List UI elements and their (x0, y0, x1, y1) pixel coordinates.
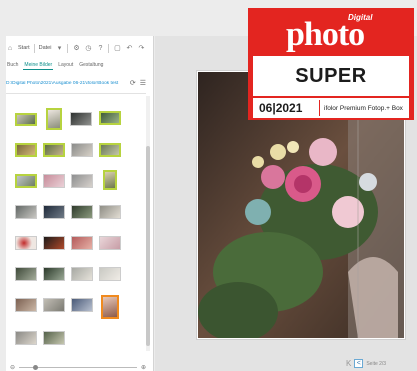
tab-book[interactable]: Buch (6, 61, 19, 69)
thumbnail[interactable] (15, 331, 37, 345)
badge-rating-box: SUPER (253, 56, 409, 96)
refresh-icon[interactable]: ⟳ (130, 79, 136, 87)
thumbnail[interactable] (15, 236, 37, 250)
thumbnail[interactable] (71, 174, 93, 188)
badge-brand: photo (286, 16, 365, 53)
top-toolbar: ⌂ Start Datei ▾ ⚙ ◷ ? ▢ ↶ ↷ (6, 40, 145, 56)
thumbnail[interactable] (71, 236, 93, 250)
award-badge: Digital photo SUPER 06|2021 ifolor Premi… (248, 8, 414, 120)
undo-icon[interactable]: ↶ (125, 44, 133, 52)
tab-design[interactable]: Gestaltung (78, 61, 104, 69)
divider (6, 93, 146, 94)
list-view-icon[interactable]: ☰ (140, 79, 146, 87)
thumbnail[interactable] (99, 205, 121, 219)
help-icon[interactable]: ? (96, 44, 104, 52)
home-icon[interactable]: ⌂ (6, 44, 14, 52)
scrollbar-thumb[interactable] (146, 146, 150, 346)
thumbnail[interactable] (43, 174, 65, 188)
thumbnail[interactable] (15, 298, 37, 312)
photobook-editor: ⌂ Start Datei ▾ ⚙ ◷ ? ▢ ↶ ↷ Buch Meine B… (0, 0, 417, 371)
zoom-out-icon[interactable]: ⊖ (10, 364, 15, 371)
toolbar-divider (67, 43, 69, 53)
thumbnail[interactable] (43, 331, 65, 345)
thumbnail[interactable] (43, 298, 65, 312)
thumbnail-zoom-slider: ⊖ ⊕ (10, 363, 146, 371)
document-icon[interactable]: ▢ (113, 44, 121, 52)
thumbnail[interactable] (71, 205, 93, 219)
redo-icon[interactable]: ↷ (137, 44, 145, 52)
thumbnail[interactable] (70, 112, 92, 126)
thumbnail[interactable] (99, 143, 121, 157)
thumbnail-scrollbar[interactable] (146, 96, 150, 351)
toolbar-divider (33, 43, 35, 53)
zoom-knob[interactable] (33, 364, 39, 370)
tab-my-images[interactable]: Meine Bilder (23, 61, 54, 70)
chevron-down-icon[interactable]: ▾ (55, 44, 63, 52)
thumbnail[interactable] (99, 267, 121, 281)
thumbnail[interactable] (99, 111, 121, 125)
thumbnail[interactable] (15, 267, 37, 281)
thumbnail[interactable] (43, 143, 65, 157)
thumbnail[interactable] (15, 174, 37, 188)
thumbnail[interactable] (46, 108, 62, 130)
page-navigation: K < Seite 2/3 (346, 359, 386, 368)
zoom-track[interactable] (19, 364, 137, 370)
thumbnail[interactable] (15, 205, 37, 219)
thumbnail[interactable] (43, 236, 65, 250)
thumbnail-highlighted[interactable] (101, 295, 119, 319)
thumbnail[interactable] (15, 143, 37, 157)
folder-path-row: D:\Digital Photo\2021\Ausgabe 06-21\ifol… (6, 76, 146, 90)
thumbnail[interactable] (15, 113, 37, 126)
zoom-in-icon[interactable]: ⊕ (141, 364, 146, 371)
first-page-key[interactable]: K (346, 359, 351, 368)
file-menu[interactable]: Datei (39, 45, 52, 51)
clock-icon[interactable]: ◷ (84, 44, 92, 52)
badge-rating: SUPER (295, 64, 367, 87)
folder-path-link[interactable]: D:\Digital Photo\2021\Ausgabe 06-21\ifol… (6, 81, 124, 86)
page-indicator: Seite 2/3 (366, 360, 387, 367)
thumbnail[interactable] (103, 170, 117, 190)
thumbnail[interactable] (99, 236, 121, 250)
thumbnail[interactable] (43, 267, 65, 281)
thumbnail[interactable] (71, 267, 93, 281)
gear-icon[interactable]: ⚙ (72, 44, 80, 52)
tab-layout[interactable]: Layout (57, 61, 74, 69)
badge-footer: 06|2021 ifolor Premium Fotop.+ Box (253, 98, 409, 118)
prev-page-button[interactable]: < (354, 359, 364, 368)
badge-issue: 06|2021 (259, 101, 303, 115)
thumbnail[interactable] (43, 205, 65, 219)
toolbar-divider (108, 43, 110, 53)
start-label[interactable]: Start (18, 45, 30, 51)
thumbnail[interactable] (71, 143, 93, 157)
panel-tabs: Buch Meine Bilder Layout Gestaltung (6, 60, 146, 70)
thumbnail[interactable] (71, 298, 93, 312)
badge-product: ifolor Premium Fotop.+ Box (324, 104, 403, 112)
